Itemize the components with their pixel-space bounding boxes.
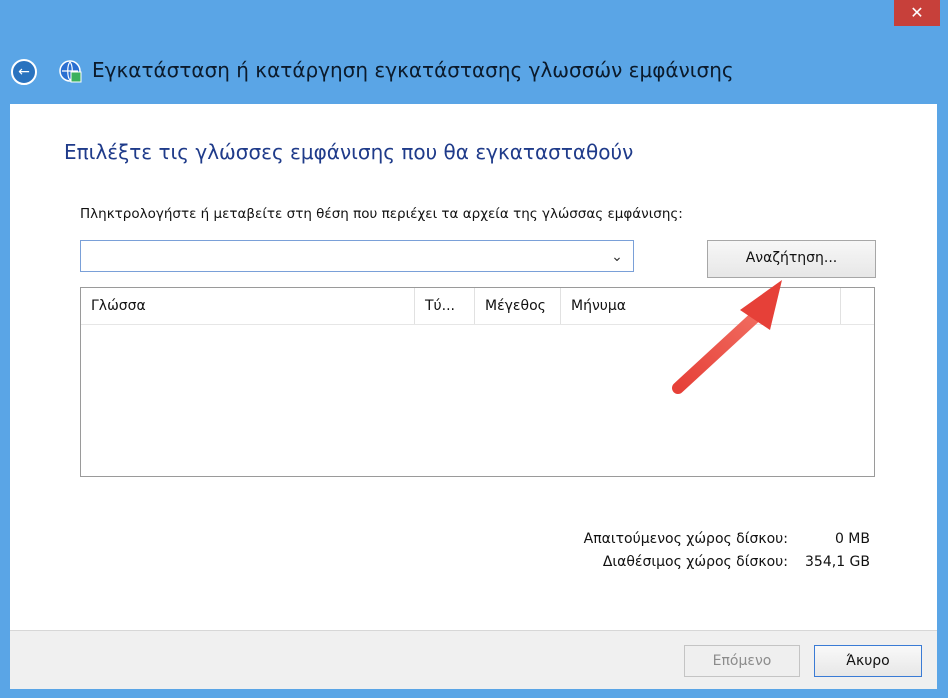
column-header-language[interactable]: Γλώσσα: [81, 288, 415, 324]
content-pane: Επιλέξτε τις γλώσσες εμφάνισης που θα εγ…: [10, 104, 937, 630]
column-header-size[interactable]: Μέγεθος: [475, 288, 561, 324]
language-list[interactable]: Γλώσσα Τύ... Μέγεθος Μήνυμα: [80, 287, 875, 477]
dialog-window: ✕ ← Εγκατάσταση ή κατάργηση εγκατάστασης…: [0, 0, 948, 698]
close-button[interactable]: ✕: [894, 0, 940, 26]
disk-available-value: 354,1 GB: [805, 554, 870, 570]
disk-required-value: 0 MB: [834, 531, 870, 547]
disk-required-row: Απαιτούμενος χώρος δίσκου: 0 MB: [482, 528, 872, 551]
chevron-down-icon[interactable]: ⌄: [607, 247, 627, 267]
back-button[interactable]: ←: [11, 59, 37, 85]
language-globe-icon: [59, 60, 82, 83]
column-header-type[interactable]: Τύ...: [415, 288, 475, 324]
path-prompt: Πληκτρολογήστε ή μεταβείτε στη θέση που …: [80, 206, 683, 222]
cancel-button[interactable]: Άκυρο: [814, 645, 922, 677]
disk-space-info: Απαιτούμενος χώρος δίσκου: 0 MB Διαθέσιμ…: [482, 528, 872, 574]
close-icon: ✕: [910, 3, 924, 22]
column-header-message[interactable]: Μήνυμα: [561, 288, 841, 324]
browse-button[interactable]: Αναζήτηση...: [707, 240, 876, 278]
dialog-footer: Επόμενο Άκυρο: [10, 630, 937, 689]
page-heading: Επιλέξτε τις γλώσσες εμφάνισης που θα εγ…: [64, 140, 634, 164]
path-combobox[interactable]: ⌄: [80, 240, 634, 272]
path-input[interactable]: [81, 241, 621, 271]
window-title: Εγκατάσταση ή κατάργηση εγκατάστασης γλω…: [92, 58, 734, 82]
titlebar: ✕: [0, 0, 948, 32]
column-header-blank: [841, 288, 874, 324]
list-header: Γλώσσα Τύ... Μέγεθος Μήνυμα: [81, 288, 874, 325]
disk-required-label: Απαιτούμενος χώρος δίσκου:: [583, 531, 788, 547]
disk-available-row: Διαθέσιμος χώρος δίσκου: 354,1 GB: [482, 551, 872, 574]
next-button[interactable]: Επόμενο: [684, 645, 800, 677]
back-arrow-icon: ←: [18, 64, 30, 80]
disk-available-label: Διαθέσιμος χώρος δίσκου:: [602, 554, 788, 570]
